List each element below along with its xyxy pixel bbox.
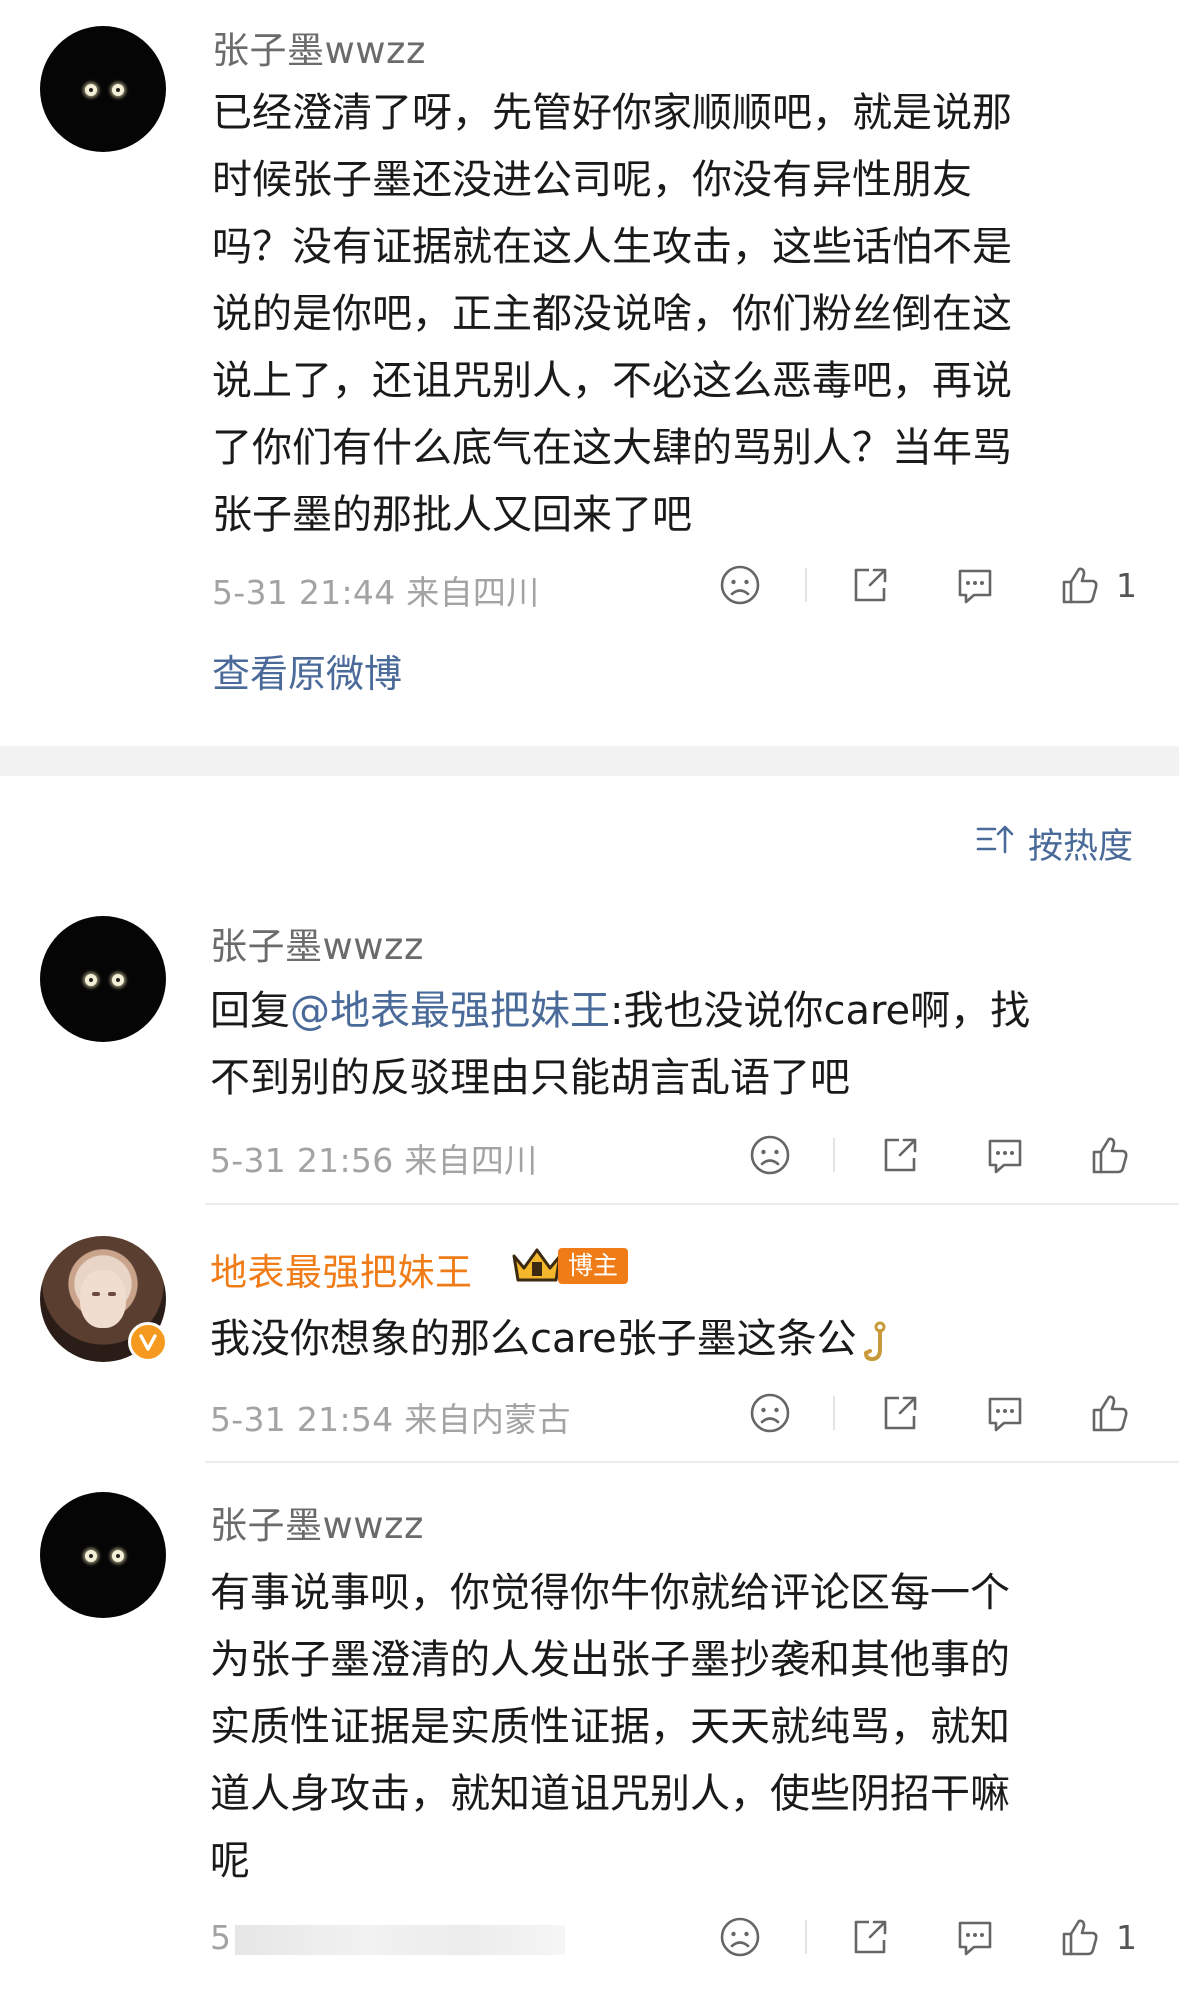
action-divider [833,1138,835,1172]
reply-text: 有事说事呗，你觉得你牛你就给评论区每一个 为张子墨澄清的人发出张子墨抄袭和其他事… [210,1570,1010,1884]
reply-divider [205,1203,1179,1205]
reply-divider [205,1461,1179,1463]
like-icon[interactable] [1087,1132,1133,1178]
reply-meta: 5-31 21:54 来自内蒙古 [210,1400,571,1439]
share-icon[interactable] [847,562,893,608]
share-icon[interactable] [877,1390,923,1436]
avatar[interactable] [40,26,166,152]
sort-by-hot[interactable]: 按热度 [1028,818,1133,869]
like-count: 1 [1116,1918,1137,1957]
like-icon[interactable] [1087,1390,1133,1436]
reply-username[interactable]: 地表最强把妹王 [210,1242,473,1296]
reply-text: 回复@地表最强把妹王:我也没说你care啊，找 不到别的反驳理由只能胡言乱语了吧 [210,988,1031,1101]
sort-icon[interactable] [975,822,1015,856]
verified-icon [128,1322,168,1362]
avatar[interactable] [40,1492,166,1618]
comment-username[interactable]: 张子墨wwzz [212,20,426,74]
comment-text: 已经澄清了呀，先管好你家顺顺吧，就是说那 时候张子墨还没进公司呢，你没有异性朋友… [212,90,1012,538]
section-separator [0,746,1179,776]
share-icon[interactable] [847,1914,893,1960]
blogger-badge: 博主 [558,1248,629,1284]
comment-icon[interactable] [982,1390,1028,1436]
share-icon[interactable] [877,1132,923,1178]
hook-emoji-icon [863,1319,893,1363]
view-original-link[interactable]: 查看原微博 [212,643,402,698]
sad-face-icon[interactable] [717,562,763,608]
comment-icon[interactable] [982,1132,1028,1178]
reply-meta: 5 [210,1918,566,1957]
action-divider [833,1396,835,1430]
avatar[interactable] [40,916,166,1042]
reply-username[interactable]: 张子墨wwzz [210,1495,424,1549]
reply-meta: 5-31 21:56 来自四川 [210,1141,538,1180]
like-icon[interactable] [1057,562,1103,608]
like-icon[interactable] [1057,1914,1103,1960]
comment-meta: 5-31 21:44 来自四川 [212,573,540,612]
action-divider [805,568,807,602]
comment-icon[interactable] [952,562,998,608]
reply-text: 我没你想象的那么care张子墨这条公 [210,1306,1110,1373]
comment-icon[interactable] [952,1914,998,1960]
crown-icon [510,1246,564,1286]
sad-face-icon[interactable] [747,1132,793,1178]
action-divider [805,1920,807,1954]
sad-face-icon[interactable] [717,1914,763,1960]
mention-link[interactable]: @地表最强把妹王 [290,988,610,1034]
like-count: 1 [1116,566,1137,605]
sad-face-icon[interactable] [747,1390,793,1436]
reply-username[interactable]: 张子墨wwzz [210,916,424,970]
